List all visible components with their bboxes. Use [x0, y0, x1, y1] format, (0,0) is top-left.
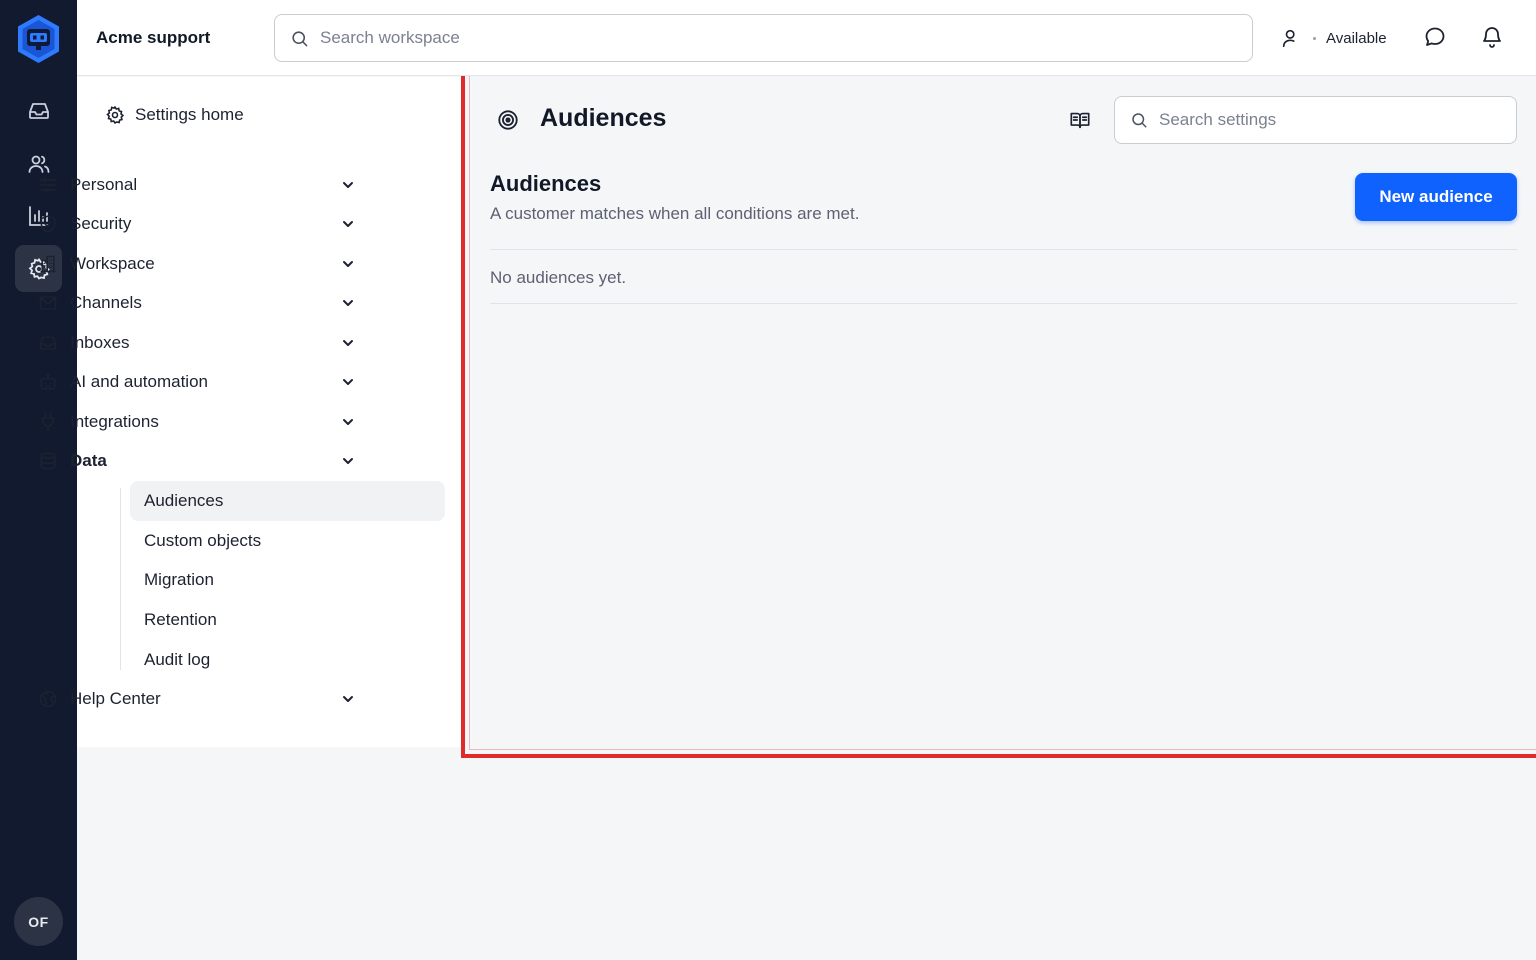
nav-section-label: Security — [70, 214, 132, 233]
chat-icon[interactable] — [1423, 25, 1449, 51]
availability-status[interactable]: Available — [1281, 27, 1387, 49]
new-audience-button[interactable]: New audience — [1355, 173, 1517, 221]
rail-inbox-button[interactable] — [15, 87, 62, 134]
nav-section-label: Inboxes — [70, 333, 130, 352]
nav-item-migration[interactable]: Migration — [130, 560, 445, 600]
user-avatar[interactable]: OF — [14, 897, 63, 946]
divider — [490, 303, 1517, 304]
chevron-down-icon — [343, 379, 353, 385]
globe-icon — [38, 689, 58, 709]
nav-section-label: Channels — [70, 293, 142, 312]
nav-section-workspace[interactable]: Workspace — [38, 246, 360, 282]
workspace-name: Acme support — [96, 28, 211, 47]
gear-icon — [106, 105, 125, 124]
building-icon — [38, 254, 58, 274]
nav-section-security[interactable]: Security — [38, 206, 360, 242]
workspace-search-input[interactable] — [320, 28, 1186, 48]
submenu-guide-line — [120, 488, 121, 670]
status-label: Available — [1326, 29, 1387, 47]
nav-section-label: Personal — [70, 175, 138, 194]
nav-item-label: Retention — [144, 610, 217, 629]
nav-item-audiences[interactable]: Audiences — [130, 481, 445, 521]
page-title: Audiences — [540, 104, 667, 132]
nav-section-help-center[interactable]: Help Center — [38, 681, 360, 717]
settings-home-link[interactable]: Settings home — [105, 105, 244, 125]
inbox-icon — [38, 333, 58, 353]
chevron-down-icon — [343, 300, 353, 306]
empty-state-text: No audiences yet. — [490, 268, 627, 287]
envelope-icon — [38, 293, 58, 313]
nav-section-inboxes[interactable]: Inboxes — [38, 325, 360, 361]
nav-item-audit-log[interactable]: Audit log — [130, 640, 445, 680]
search-icon — [1132, 113, 1147, 128]
chevron-down-icon — [343, 182, 353, 188]
nav-section-label: Workspace — [70, 254, 155, 273]
inbox-icon — [28, 102, 49, 119]
divider — [490, 249, 1517, 250]
settings-search-input[interactable] — [1159, 110, 1507, 130]
top-bar: Acme support Available — [77, 0, 1536, 76]
nav-item-label: Custom objects — [144, 531, 262, 550]
workspace-search[interactable] — [274, 14, 1253, 62]
book-icon[interactable] — [1069, 109, 1091, 131]
chevron-down-icon — [343, 458, 353, 464]
database-icon — [38, 451, 58, 471]
chevron-down-icon — [343, 261, 353, 267]
search-icon — [292, 30, 308, 46]
nav-section-ai-automation[interactable]: AI and automation — [38, 364, 360, 400]
nav-section-label: Help Center — [70, 689, 161, 708]
section-subtitle: A customer matches when all conditions a… — [490, 204, 860, 223]
chevron-down-icon — [343, 340, 353, 346]
nav-section-label: AI and automation — [70, 372, 208, 391]
settings-home-label: Settings home — [135, 105, 244, 124]
app-logo-icon[interactable] — [16, 14, 61, 64]
nav-section-integrations[interactable]: Integrations — [38, 404, 360, 440]
nav-item-label: Audiences — [144, 491, 224, 510]
sliders-icon — [38, 175, 58, 195]
avatar-initials: OF — [28, 913, 49, 930]
chevron-down-icon — [343, 221, 353, 227]
nav-item-label: Migration — [144, 570, 214, 589]
settings-search[interactable] — [1114, 96, 1517, 144]
target-icon — [497, 109, 519, 131]
nav-item-custom-objects[interactable]: Custom objects — [130, 521, 445, 561]
nav-item-label: Audit log — [144, 650, 211, 669]
nav-section-label: Integrations — [70, 412, 159, 431]
plug-icon — [38, 412, 58, 432]
nav-section-label: Data — [70, 451, 107, 470]
nav-section-channels[interactable]: Channels — [38, 285, 360, 321]
nav-section-data[interactable]: Data — [38, 443, 360, 479]
bell-icon[interactable] — [1480, 25, 1506, 51]
section-title: Audiences — [490, 171, 602, 196]
robot-icon — [38, 372, 58, 392]
status-separator — [1313, 36, 1316, 40]
user-icon — [1282, 29, 1295, 48]
app-rail: OF — [0, 0, 77, 960]
shield-icon — [38, 214, 58, 234]
nav-item-retention[interactable]: Retention — [130, 600, 445, 640]
chevron-down-icon — [343, 696, 353, 702]
chevron-down-icon — [343, 419, 353, 425]
nav-section-personal[interactable]: Personal — [38, 167, 360, 203]
